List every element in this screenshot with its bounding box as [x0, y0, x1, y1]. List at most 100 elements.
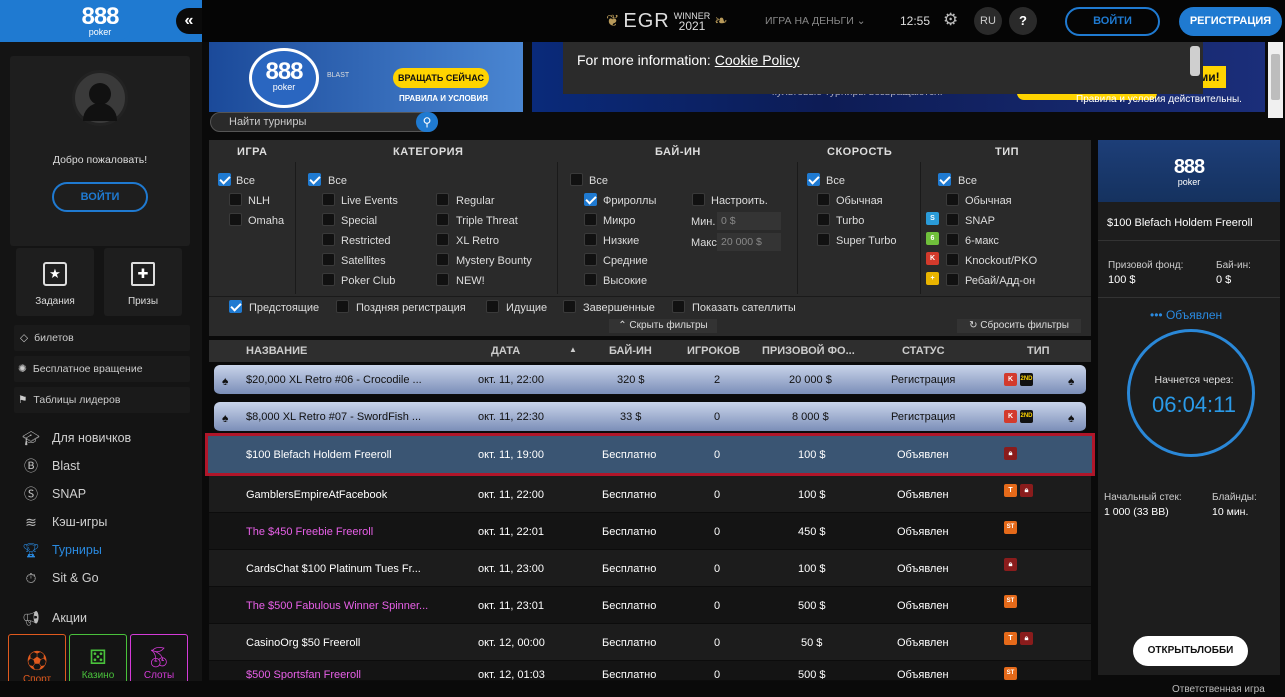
gear-icon[interactable]: ⚙: [943, 10, 958, 30]
nav-tournaments[interactable]: 🏆︎ Турниры: [22, 539, 102, 561]
nav-snap[interactable]: Ⓢ SNAP: [22, 483, 86, 505]
category-checkbox[interactable]: [436, 253, 449, 266]
type-checkbox[interactable]: [946, 253, 959, 266]
responsible-gaming-link[interactable]: Ответственная игра: [1172, 684, 1265, 695]
nav-promotions[interactable]: 📢︎ Акции: [22, 607, 87, 629]
speed-checkbox[interactable]: [817, 193, 830, 206]
category-checkbox[interactable]: [322, 253, 335, 266]
col-players[interactable]: ИГРОКОВ: [687, 345, 740, 357]
nav-cash[interactable]: ≋ Кэш-игры: [22, 511, 107, 533]
type-checkbox[interactable]: [946, 233, 959, 246]
col-date[interactable]: ДАТА: [491, 345, 520, 357]
custom-buyin-checkbox[interactable]: [692, 193, 705, 206]
type-checkbox[interactable]: [946, 193, 959, 206]
category-checkbox[interactable]: [322, 193, 335, 206]
buyin-all-checkbox[interactable]: [570, 173, 583, 186]
max-buyin-input[interactable]: 20 000 $: [717, 233, 781, 251]
login-button[interactable]: ВОЙТИ: [1065, 7, 1160, 36]
table-row[interactable]: GamblersEmpireAtFacebook окт. 11, 22:00 …: [209, 476, 1091, 513]
free-spin-link[interactable]: ✺ Бесплатное вращение: [14, 356, 190, 382]
type-checkbox[interactable]: [946, 213, 959, 226]
leaderboards-link[interactable]: ⚑ Таблицы лидеров: [14, 387, 190, 413]
game-mode-select[interactable]: ИГРА НА ДЕНЬГИ ⌄: [765, 15, 866, 27]
category-checkbox[interactable]: [436, 233, 449, 246]
category-checkbox[interactable]: [322, 273, 335, 286]
page-scrollbar[interactable]: [1268, 42, 1283, 118]
table-header: НАЗВАНИЕ ДАТА ▲ БАЙ-ИН ИГРОКОВ ПРИЗОВОЙ …: [209, 340, 1091, 362]
col-prize[interactable]: ПРИЗОВОЙ ФО...: [762, 345, 855, 357]
speed-checkbox[interactable]: [817, 233, 830, 246]
slots-tile[interactable]: 🍒︎ Слоты: [130, 634, 188, 686]
game-nlh-checkbox[interactable]: [229, 193, 242, 206]
row-status: Объявлен: [897, 526, 949, 538]
buyin-checkbox[interactable]: [584, 233, 597, 246]
register-button[interactable]: РЕГИСТРАЦИЯ: [1179, 7, 1282, 36]
language-button[interactable]: RU: [974, 7, 1002, 35]
cookie-scrollbar[interactable]: [1190, 46, 1200, 76]
col-buyin[interactable]: БАЙ-ИН: [609, 345, 652, 357]
finished-checkbox[interactable]: [563, 300, 576, 313]
page-scrollbar-thumb[interactable]: [1271, 54, 1280, 100]
row-name: CardsChat $100 Platinum Tues Fr...: [246, 563, 421, 575]
buyin-checkbox[interactable]: [584, 273, 597, 286]
help-button[interactable]: ?: [1009, 7, 1037, 35]
table-row-selected[interactable]: $100 Blefach Holdem Freeroll окт. 11, 19…: [205, 433, 1095, 476]
table-row[interactable]: $500 Sportsfan Freeroll окт. 12, 01:03 Б…: [209, 661, 1091, 681]
speed-checkbox[interactable]: [817, 213, 830, 226]
row-prize: 500 $: [798, 669, 826, 681]
col-status[interactable]: СТАТУС: [902, 345, 945, 357]
casino-tile[interactable]: ⚄ Казино: [69, 634, 127, 686]
category-all-checkbox[interactable]: [308, 173, 321, 186]
buyin-checkbox[interactable]: [584, 213, 597, 226]
nav-label: Турниры: [52, 543, 102, 557]
brand-logo[interactable]: 888 poker: [0, 0, 202, 42]
sport-tile[interactable]: ⚽︎ Спорт: [8, 634, 66, 686]
category-checkbox[interactable]: [436, 213, 449, 226]
nav-sitngo[interactable]: ⏱︎ Sit & Go: [22, 567, 99, 589]
category-checkbox[interactable]: [322, 213, 335, 226]
running-checkbox[interactable]: [486, 300, 499, 313]
game-mode-label: ИГРА НА ДЕНЬГИ: [765, 15, 854, 27]
blast-banner[interactable]: 888 poker BLAST ВРАЩАТЬ СЕЙЧАС ПРАВИЛА И…: [209, 42, 523, 112]
nav-beginners[interactable]: 🎓︎ Для новичков: [22, 427, 131, 449]
search-input[interactable]: Найти турниры: [210, 112, 438, 132]
open-lobby-button[interactable]: ОТКРЫТЬЛОББИ: [1133, 636, 1248, 666]
sort-asc-icon[interactable]: ▲: [569, 345, 577, 354]
game-all-checkbox[interactable]: [218, 173, 231, 186]
prizes-button[interactable]: ✚ Призы: [104, 248, 182, 316]
cookie-policy-link[interactable]: Cookie Policy: [715, 52, 800, 68]
spin-now-button[interactable]: ВРАЩАТЬ СЕЙЧАС: [393, 68, 489, 88]
table-row[interactable]: CasinoOrg $50 Freeroll окт. 12, 00:00 Бе…: [209, 624, 1091, 661]
table-row[interactable]: ♠ $8,000 XL Retro #07 - SwordFish ... ок…: [214, 402, 1086, 432]
table-row[interactable]: The $500 Fabulous Winner Spinner... окт.…: [209, 587, 1091, 624]
hide-filters-button[interactable]: ⌃ Скрыть фильтры: [609, 319, 717, 333]
game-omaha-checkbox[interactable]: [229, 213, 242, 226]
sidebar-login-button[interactable]: ВОЙТИ: [52, 182, 148, 212]
tickets-link[interactable]: ◇ билетов: [14, 325, 190, 351]
category-checkbox[interactable]: [436, 193, 449, 206]
buyin-freeroll-checkbox[interactable]: [584, 193, 597, 206]
col-name[interactable]: НАЗВАНИЕ: [246, 345, 307, 357]
min-buyin-input[interactable]: 0 $: [717, 212, 781, 230]
nav-blast[interactable]: Ⓑ Blast: [22, 455, 80, 477]
tasks-label: Задания: [35, 296, 75, 307]
avatar[interactable]: [72, 70, 128, 126]
satellites-checkbox[interactable]: [672, 300, 685, 313]
col-type[interactable]: ТИП: [1027, 345, 1050, 357]
late-reg-checkbox[interactable]: [336, 300, 349, 313]
speed-all-checkbox[interactable]: [807, 173, 820, 186]
table-row[interactable]: The $450 Freebie Freeroll окт. 11, 22:01…: [209, 513, 1091, 550]
table-row[interactable]: ♠ $20,000 XL Retro #06 - Crocodile ... о…: [214, 365, 1086, 395]
row-name: The $500 Fabulous Winner Spinner...: [246, 600, 429, 612]
buyin-checkbox[interactable]: [584, 253, 597, 266]
search-icon[interactable]: ⚲: [416, 112, 438, 132]
table-row[interactable]: CardsChat $100 Platinum Tues Fr... окт. …: [209, 550, 1091, 587]
category-checkbox[interactable]: [436, 273, 449, 286]
type-checkbox[interactable]: [946, 273, 959, 286]
reset-filters-button[interactable]: ↻ Сбросить фильтры: [957, 319, 1081, 333]
collapse-sidebar-icon[interactable]: «: [176, 8, 202, 34]
type-all-checkbox[interactable]: [938, 173, 951, 186]
category-checkbox[interactable]: [322, 233, 335, 246]
upcoming-checkbox[interactable]: [229, 300, 242, 313]
tasks-button[interactable]: ★ Задания: [16, 248, 94, 316]
